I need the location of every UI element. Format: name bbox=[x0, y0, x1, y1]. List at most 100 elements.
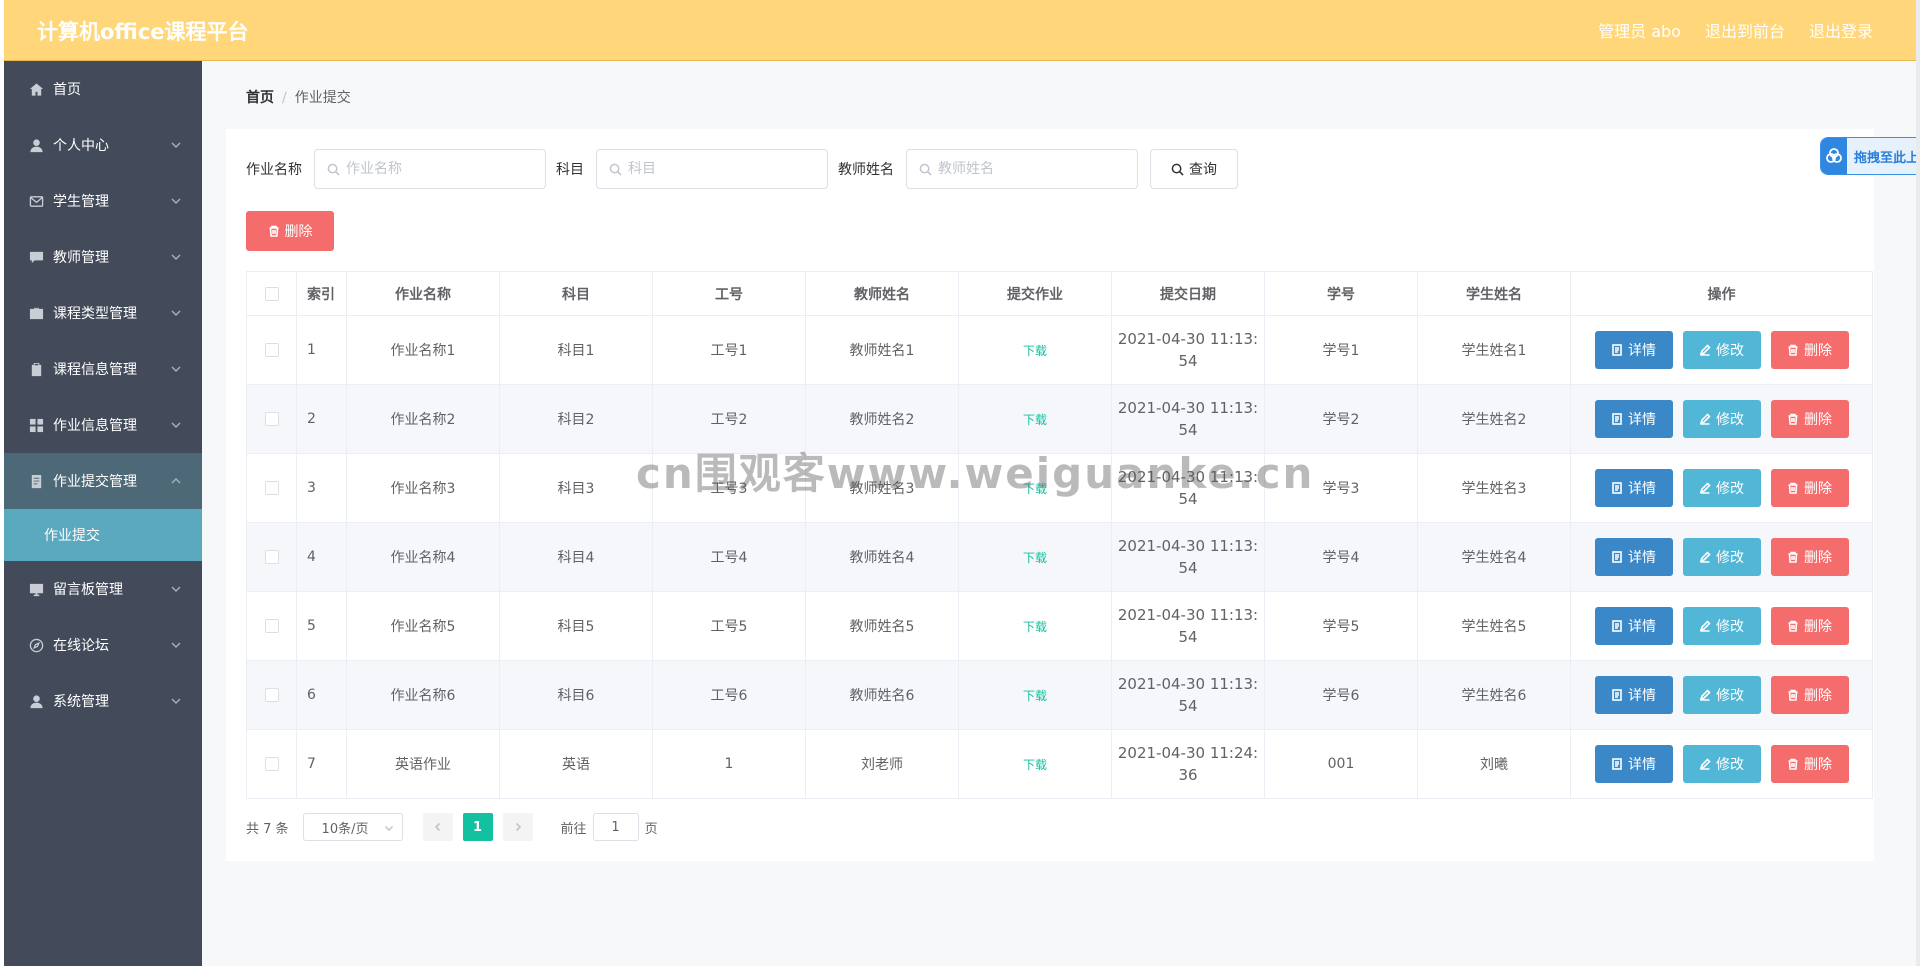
sidebar-item-homework-info-management[interactable]: 作业信息管理 bbox=[4, 397, 202, 453]
sidebar-item-course-type-management[interactable]: 课程类型管理 bbox=[4, 285, 202, 341]
teacher-name-field[interactable] bbox=[906, 149, 1138, 189]
delete-button[interactable]: 删除 bbox=[1770, 400, 1849, 438]
row-checkbox-cell[interactable] bbox=[246, 522, 297, 592]
row-checkbox-cell[interactable] bbox=[246, 315, 297, 385]
download-link[interactable]: 下载 bbox=[1023, 620, 1047, 634]
admin-user-label: 管理员 abo bbox=[1598, 22, 1681, 41]
sidebar-item-system-management[interactable]: 系统管理 bbox=[4, 673, 202, 729]
query-button[interactable]: 查询 bbox=[1150, 149, 1238, 189]
row-checkbox[interactable] bbox=[264, 343, 279, 357]
delete-button-label: 删除 bbox=[1804, 550, 1832, 566]
edit-button[interactable]: 修改 bbox=[1682, 676, 1761, 714]
cell-index: 6 bbox=[296, 660, 347, 730]
top-header: 计算机office课程平台 管理员 abo 退出到前台 退出登录 bbox=[4, 0, 1916, 61]
delete-button[interactable]: 删除 bbox=[1770, 676, 1849, 714]
download-link[interactable]: 下载 bbox=[1023, 551, 1047, 565]
homework-name-input[interactable] bbox=[346, 161, 526, 177]
sidebar-item-message-board-management[interactable]: 留言板管理 bbox=[4, 561, 202, 617]
delete-button[interactable]: 删除 bbox=[1770, 469, 1849, 507]
download-link[interactable]: 下载 bbox=[1023, 413, 1047, 427]
row-checkbox[interactable] bbox=[264, 550, 279, 564]
subject-field[interactable] bbox=[596, 149, 828, 189]
sidebar-item-homework-submit-management[interactable]: 作业提交管理 bbox=[4, 453, 202, 509]
edit-button[interactable]: 修改 bbox=[1682, 400, 1761, 438]
sidebar-item-student-management[interactable]: 学生管理 bbox=[4, 173, 202, 229]
cell-subject: 科目6 bbox=[499, 660, 653, 730]
delete-button-label: 删除 bbox=[1804, 619, 1832, 635]
sidebar-item-label: 课程类型管理 bbox=[53, 306, 137, 322]
cell-submit-date: 2021-04-30 11:13:54 bbox=[1111, 453, 1265, 523]
sidebar-item-online-forum[interactable]: 在线论坛 bbox=[4, 617, 202, 673]
row-checkbox-cell[interactable] bbox=[246, 453, 297, 523]
detail-button[interactable]: 详情 bbox=[1594, 745, 1673, 783]
delete-button[interactable]: 删除 bbox=[1770, 331, 1849, 369]
delete-button[interactable]: 删除 bbox=[1770, 745, 1849, 783]
row-checkbox[interactable] bbox=[264, 481, 279, 495]
edit-button[interactable]: 修改 bbox=[1682, 469, 1761, 507]
goto-page-field[interactable] bbox=[592, 813, 639, 841]
delete-button-label: 删除 bbox=[1804, 412, 1832, 428]
detail-button[interactable]: 详情 bbox=[1594, 607, 1673, 645]
floating-upload-widget[interactable]: 拖拽至此上 bbox=[1820, 137, 1920, 175]
delete-button[interactable]: 删除 bbox=[1770, 607, 1849, 645]
mail-icon bbox=[28, 193, 44, 209]
cell-student-name: 刘曦 bbox=[1417, 729, 1571, 799]
edit-button[interactable]: 修改 bbox=[1682, 607, 1761, 645]
download-link[interactable]: 下载 bbox=[1023, 344, 1047, 358]
row-checkbox[interactable] bbox=[264, 688, 279, 702]
edit-icon bbox=[1699, 689, 1711, 701]
teacher-name-input[interactable] bbox=[938, 161, 1118, 177]
document-icon bbox=[1612, 551, 1622, 563]
row-checkbox-cell[interactable] bbox=[246, 729, 297, 799]
sidebar-item-label: 个人中心 bbox=[53, 138, 109, 154]
detail-button[interactable]: 详情 bbox=[1594, 400, 1673, 438]
download-link[interactable]: 下载 bbox=[1023, 758, 1047, 772]
cell-homework-name: 作业名称5 bbox=[346, 591, 500, 661]
row-checkbox-cell[interactable] bbox=[246, 384, 297, 454]
sidebar-item-home[interactable]: 首页 bbox=[4, 61, 202, 117]
row-checkbox[interactable] bbox=[264, 412, 279, 426]
cell-subject: 英语 bbox=[499, 729, 653, 799]
logout-link[interactable]: 退出登录 bbox=[1809, 18, 1873, 42]
detail-button[interactable]: 详情 bbox=[1594, 331, 1673, 369]
subject-input[interactable] bbox=[628, 161, 808, 177]
delete-button-label: 删除 bbox=[1804, 343, 1832, 359]
sidebar-item-teacher-management[interactable]: 教师管理 bbox=[4, 229, 202, 285]
row-checkbox-cell[interactable] bbox=[246, 591, 297, 661]
edit-button-label: 修改 bbox=[1716, 412, 1744, 428]
batch-delete-button[interactable]: 删除 bbox=[246, 211, 334, 251]
prev-page-button[interactable] bbox=[422, 813, 453, 841]
row-checkbox-cell[interactable] bbox=[246, 660, 297, 730]
delete-button[interactable]: 删除 bbox=[1770, 538, 1849, 576]
select-all-checkbox-cell[interactable] bbox=[246, 271, 297, 316]
edit-button[interactable]: 修改 bbox=[1682, 538, 1761, 576]
page-number-current[interactable]: 1 bbox=[462, 813, 493, 841]
breadcrumb-home[interactable]: 首页 bbox=[246, 90, 274, 106]
page-size-select[interactable]: 10条/页 bbox=[302, 813, 403, 841]
sidebar-item-course-info-management[interactable]: 课程信息管理 bbox=[4, 341, 202, 397]
download-link[interactable]: 下载 bbox=[1023, 689, 1047, 703]
row-checkbox[interactable] bbox=[264, 619, 279, 633]
breadcrumb-current: 作业提交 bbox=[294, 90, 351, 106]
download-link[interactable]: 下载 bbox=[1023, 482, 1047, 496]
column-header: 作业名称 bbox=[346, 271, 500, 316]
submit-date-text: 2021-04-30 11:13:54 bbox=[1117, 606, 1259, 646]
sidebar-item-personal-center[interactable]: 个人中心 bbox=[4, 117, 202, 173]
exit-to-front-link[interactable]: 退出到前台 bbox=[1705, 18, 1785, 42]
goto-page-input[interactable] bbox=[595, 819, 636, 835]
detail-button[interactable]: 详情 bbox=[1594, 538, 1673, 576]
detail-button[interactable]: 详情 bbox=[1594, 469, 1673, 507]
select-all-checkbox[interactable] bbox=[264, 286, 279, 301]
chevron-down-icon bbox=[170, 639, 182, 651]
cell-actions: 详情 修改 删除 bbox=[1570, 591, 1873, 661]
next-page-button[interactable] bbox=[502, 813, 533, 841]
document-icon bbox=[1612, 344, 1622, 356]
edit-button[interactable]: 修改 bbox=[1682, 745, 1761, 783]
cell-teacher-name: 教师姓名4 bbox=[805, 522, 959, 592]
detail-button[interactable]: 详情 bbox=[1594, 676, 1673, 714]
cell-submitted-file: 下载 bbox=[958, 729, 1112, 799]
sidebar-subitem-homework-submit[interactable]: 作业提交 bbox=[4, 509, 202, 561]
homework-name-field[interactable] bbox=[314, 149, 546, 189]
edit-button[interactable]: 修改 bbox=[1682, 331, 1761, 369]
row-checkbox[interactable] bbox=[264, 757, 279, 771]
